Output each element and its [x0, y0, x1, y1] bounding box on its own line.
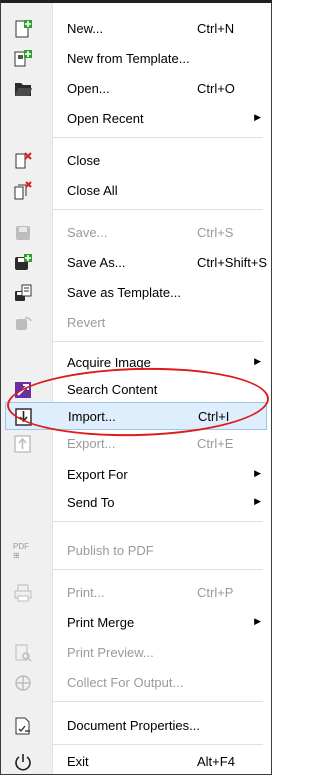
save-as-template-icon [13, 283, 33, 303]
menu-item-open[interactable]: Open... Ctrl+O [5, 75, 267, 103]
menu-item-label: Acquire Image [67, 355, 151, 370]
menu-item-label: New from Template... [67, 51, 190, 66]
menu-item-shortcut: Ctrl+E [197, 436, 234, 451]
menu-item-print-preview[interactable]: Print Preview... [5, 639, 267, 667]
menu-item-label: Send To [67, 495, 115, 510]
menu-item-label: Save as Template... [67, 285, 181, 300]
import-icon [14, 407, 34, 427]
submenu-arrow-icon: ▶ [254, 468, 261, 478]
menu-item-publish-to-pdf[interactable]: PDF ⊞ Publish to PDF [5, 537, 267, 565]
menu-item-label: Search Content [67, 382, 158, 397]
collect-for-output-icon [13, 673, 33, 693]
menu-item-label: Export For [67, 467, 128, 482]
open-folder-icon [13, 79, 33, 99]
menu-item-collect-for-output[interactable]: Collect For Output... [5, 669, 267, 697]
menu-item-label: Save... [67, 225, 108, 240]
menu-item-label: Close All [67, 183, 118, 198]
menu-item-send-to[interactable]: Send To ▶ [5, 489, 267, 517]
menu-item-shortcut: Ctrl+N [197, 21, 235, 36]
new-from-template-icon [13, 49, 33, 69]
export-icon [13, 434, 33, 454]
menu-item-export-for[interactable]: Export For ▶ [5, 461, 267, 489]
menu-item-export[interactable]: Export... Ctrl+E [5, 430, 267, 458]
menu-item-print[interactable]: Print... Ctrl+P [5, 579, 267, 607]
document-properties-icon [13, 716, 33, 736]
new-document-icon [13, 19, 33, 39]
menu-item-label: New... [67, 21, 104, 36]
menu-item-new[interactable]: New... Ctrl+N [5, 15, 267, 43]
menu-item-shortcut: Ctrl+O [197, 81, 235, 96]
menu-item-save-as[interactable]: Save As... Ctrl+Shift+S [5, 249, 267, 277]
menu-item-shortcut: Ctrl+P [197, 585, 234, 600]
menu-item-exit[interactable]: Exit Alt+F4 [5, 748, 267, 776]
separator [53, 341, 263, 342]
menu-item-label: Save As... [67, 255, 126, 270]
print-preview-icon [13, 643, 33, 663]
menu-item-new-from-template[interactable]: New from Template... [5, 45, 267, 73]
submenu-arrow-icon: ▶ [254, 356, 261, 366]
menu-item-import[interactable]: Import... Ctrl+I [5, 402, 267, 430]
print-icon [13, 583, 33, 603]
close-all-icon [13, 181, 33, 201]
menu-item-label: Revert [67, 315, 106, 330]
menu-item-label: Close [67, 153, 101, 168]
menu-item-search-content[interactable]: Search Content [5, 376, 267, 404]
separator [53, 569, 263, 570]
menu-item-shortcut: Ctrl+Shift+S [197, 255, 268, 270]
submenu-arrow-icon: ▶ [254, 496, 261, 506]
submenu-arrow-icon: ▶ [254, 112, 261, 122]
menu-item-label: Open... [67, 81, 110, 96]
menu-item-close[interactable]: Close [5, 147, 267, 175]
separator [53, 137, 263, 138]
menu-item-shortcut: Alt+F4 [197, 754, 235, 769]
menu-item-shortcut: Ctrl+S [197, 225, 234, 240]
save-icon [13, 223, 33, 243]
menu-item-label: Exit [67, 754, 89, 769]
menu-item-label: Export... [67, 436, 116, 451]
menu-item-shortcut: Ctrl+I [198, 409, 230, 424]
separator [53, 744, 263, 745]
menu-item-label: Print... [67, 585, 105, 600]
menu-item-save-as-template[interactable]: Save as Template... [5, 279, 267, 307]
file-menu: New... Ctrl+N New from Template... Open.… [0, 0, 272, 775]
close-document-icon [13, 151, 33, 171]
menu-item-label: Print Preview... [67, 645, 154, 660]
menu-item-open-recent[interactable]: Open Recent ▶ [5, 105, 267, 133]
separator [53, 521, 263, 522]
revert-icon [13, 313, 33, 333]
menu-item-acquire-image[interactable]: Acquire Image ▶ [5, 349, 267, 377]
menu-item-revert[interactable]: Revert [5, 309, 267, 337]
separator [53, 701, 263, 702]
menu-item-label: Document Properties... [67, 718, 200, 733]
menu-item-save[interactable]: Save... Ctrl+S [5, 219, 267, 247]
exit-icon [13, 752, 33, 772]
menu-item-print-merge[interactable]: Print Merge ▶ [5, 609, 267, 637]
menu-item-label: Open Recent [67, 111, 144, 126]
menu-item-label: Publish to PDF [67, 543, 154, 558]
menu-item-close-all[interactable]: Close All [5, 177, 267, 205]
search-content-icon [13, 380, 33, 400]
menu-item-document-properties[interactable]: Document Properties... [5, 712, 267, 740]
menu-item-label: Collect For Output... [67, 675, 184, 690]
menu-item-label: Print Merge [67, 615, 135, 630]
submenu-arrow-icon: ▶ [254, 616, 261, 626]
separator [53, 209, 263, 210]
pdf-icon: PDF ⊞ [13, 542, 29, 560]
menu-item-label: Import... [68, 409, 116, 424]
save-as-icon [13, 253, 33, 273]
